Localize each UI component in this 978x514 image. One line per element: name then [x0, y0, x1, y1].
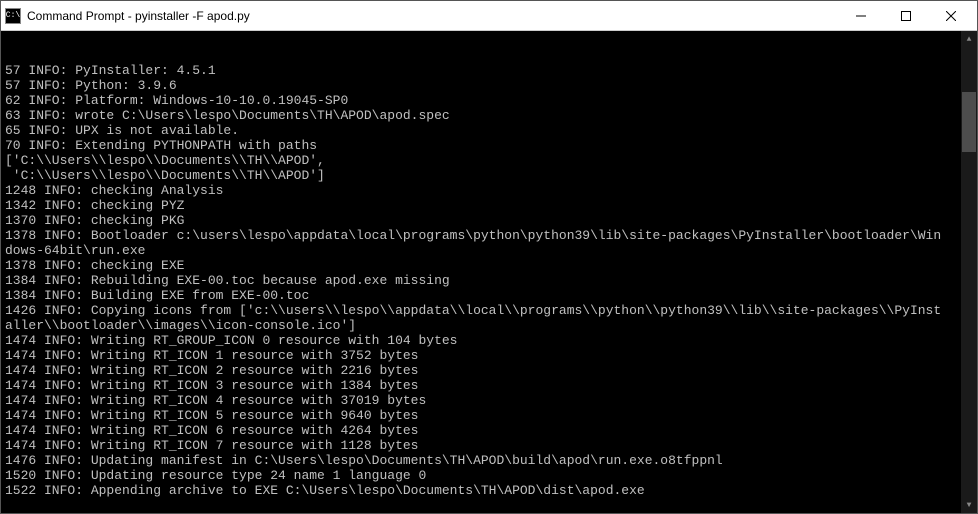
terminal-line: 1474 INFO: Writing RT_ICON 2 resource wi…: [5, 363, 973, 378]
terminal-line: aller\\bootloader\\images\\icon-console.…: [5, 318, 973, 333]
close-button[interactable]: [928, 1, 973, 30]
terminal-content: 57 INFO: PyInstaller: 4.5.157 INFO: Pyth…: [5, 63, 973, 498]
terminal-line: 1384 INFO: Building EXE from EXE-00.toc: [5, 288, 973, 303]
cmd-icon-label: C:\: [6, 11, 20, 20]
terminal-line: 70 INFO: Extending PYTHONPATH with paths: [5, 138, 973, 153]
terminal-line: 1474 INFO: Writing RT_ICON 6 resource wi…: [5, 423, 973, 438]
terminal-line: 1474 INFO: Writing RT_ICON 4 resource wi…: [5, 393, 973, 408]
terminal-line: 1474 INFO: Writing RT_ICON 1 resource wi…: [5, 348, 973, 363]
scrollbar-track[interactable]: [961, 47, 977, 497]
window-title: Command Prompt - pyinstaller -F apod.py: [27, 9, 838, 23]
terminal-line: 1426 INFO: Copying icons from ['c:\\user…: [5, 303, 973, 318]
terminal-line: 1522 INFO: Appending archive to EXE C:\U…: [5, 483, 973, 498]
scroll-down-arrow-icon[interactable]: ▼: [961, 497, 977, 513]
terminal-line: 63 INFO: wrote C:\Users\lespo\Documents\…: [5, 108, 973, 123]
terminal-line: 1474 INFO: Writing RT_ICON 3 resource wi…: [5, 378, 973, 393]
terminal-line: 57 INFO: PyInstaller: 4.5.1: [5, 63, 973, 78]
scroll-up-arrow-icon[interactable]: ▲: [961, 31, 977, 47]
cmd-icon: C:\: [5, 8, 21, 24]
scrollbar-thumb[interactable]: [962, 92, 976, 152]
minimize-button[interactable]: [838, 1, 883, 30]
scrollbar-vertical[interactable]: ▲ ▼: [961, 31, 977, 513]
terminal-line: 1378 INFO: Bootloader c:\users\lespo\app…: [5, 228, 973, 243]
terminal-line: dows-64bit\run.exe: [5, 243, 973, 258]
terminal-line: 'C:\\Users\\lespo\\Documents\\TH\\APOD']: [5, 168, 973, 183]
terminal-line: 1378 INFO: checking EXE: [5, 258, 973, 273]
window-controls: [838, 1, 973, 30]
terminal-line: 1342 INFO: checking PYZ: [5, 198, 973, 213]
terminal-line: 1474 INFO: Writing RT_ICON 7 resource wi…: [5, 438, 973, 453]
titlebar[interactable]: C:\ Command Prompt - pyinstaller -F apod…: [1, 1, 977, 31]
terminal-line: 1474 INFO: Writing RT_ICON 5 resource wi…: [5, 408, 973, 423]
terminal-line: 57 INFO: Python: 3.9.6: [5, 78, 973, 93]
command-prompt-window: C:\ Command Prompt - pyinstaller -F apod…: [0, 0, 978, 514]
terminal-output[interactable]: 57 INFO: PyInstaller: 4.5.157 INFO: Pyth…: [1, 31, 977, 513]
terminal-line: 1248 INFO: checking Analysis: [5, 183, 973, 198]
maximize-button[interactable]: [883, 1, 928, 30]
terminal-line: 1384 INFO: Rebuilding EXE-00.toc because…: [5, 273, 973, 288]
terminal-line: 1476 INFO: Updating manifest in C:\Users…: [5, 453, 973, 468]
terminal-line: 1370 INFO: checking PKG: [5, 213, 973, 228]
terminal-line: ['C:\\Users\\lespo\\Documents\\TH\\APOD'…: [5, 153, 973, 168]
terminal-line: 1474 INFO: Writing RT_GROUP_ICON 0 resou…: [5, 333, 973, 348]
terminal-line: 62 INFO: Platform: Windows-10-10.0.19045…: [5, 93, 973, 108]
terminal-line: 65 INFO: UPX is not available.: [5, 123, 973, 138]
terminal-line: 1520 INFO: Updating resource type 24 nam…: [5, 468, 973, 483]
